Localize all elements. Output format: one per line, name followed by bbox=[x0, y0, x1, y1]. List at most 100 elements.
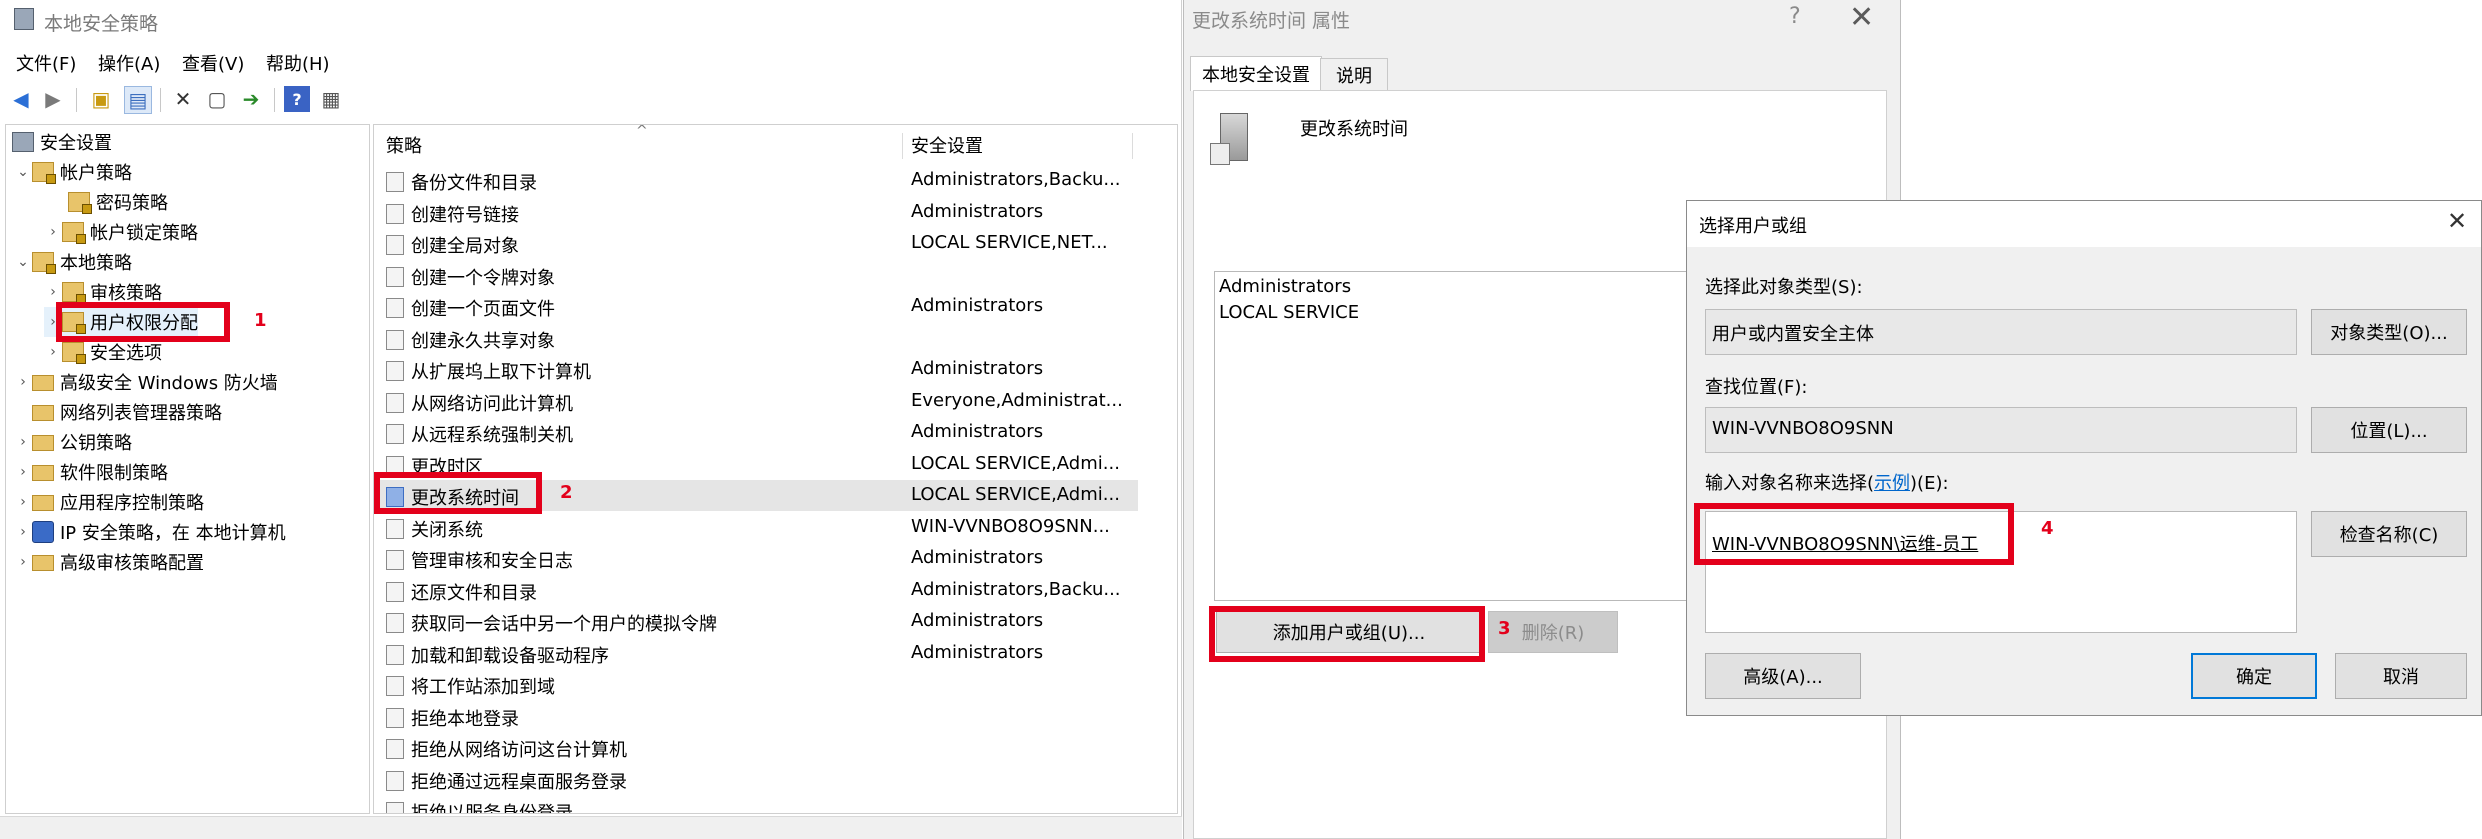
check-names-button[interactable]: 检查名称(C) bbox=[2311, 511, 2467, 557]
title-bar: 本地安全策略 bbox=[0, 0, 1182, 40]
policy-name-cell: 将工作站添加到域 bbox=[411, 677, 555, 698]
table-row[interactable]: 创建一个页面文件 Administrators bbox=[378, 291, 1138, 322]
properties-icon[interactable]: ▢ bbox=[204, 86, 230, 112]
folder-icon bbox=[32, 465, 54, 481]
back-arrow-icon[interactable]: ◀ bbox=[8, 86, 34, 112]
table-row[interactable]: 拒绝通过远程桌面服务登录 bbox=[378, 764, 1138, 795]
security-setting-cell: Administrators bbox=[911, 547, 1044, 568]
column-divider[interactable] bbox=[902, 133, 903, 159]
menu-file[interactable]: 文件(F) bbox=[16, 50, 76, 76]
table-row[interactable]: 拒绝从网络访问这台计算机 bbox=[378, 732, 1138, 763]
table-row[interactable]: 获取同一会话中另一个用户的模拟令牌 Administrators bbox=[378, 606, 1138, 637]
table-row[interactable]: 将工作站添加到域 bbox=[378, 669, 1138, 700]
tree-node-label: 帐户策略 bbox=[60, 163, 132, 184]
show-hide-tree-icon[interactable]: ▤ bbox=[124, 86, 152, 114]
table-row[interactable]: 管理审核和安全日志 Administrators bbox=[378, 543, 1138, 574]
help-icon[interactable]: ? bbox=[1789, 4, 1801, 29]
object-type-field: 用户或内置安全主体 bbox=[1705, 309, 2297, 355]
policy-list: 策略 ^ 安全设置 备份文件和目录 Administrators,Backu...… bbox=[373, 124, 1178, 814]
tree-node-lockout-policy[interactable]: › 帐户锁定策略 bbox=[44, 217, 198, 247]
table-row[interactable]: 拒绝本地登录 bbox=[378, 701, 1138, 732]
tree-node-software-restriction[interactable]: › 软件限制策略 bbox=[14, 457, 168, 487]
security-setting-cell: WIN-VVNBO8O9SNN... bbox=[911, 515, 1110, 537]
security-setting-cell: Administrators bbox=[911, 421, 1044, 442]
chevron-right-icon[interactable]: › bbox=[14, 554, 32, 570]
policy-name-cell: 拒绝本地登录 bbox=[411, 708, 519, 730]
tab-explain[interactable]: 说明 bbox=[1320, 58, 1388, 91]
chevron-right-icon[interactable]: › bbox=[14, 464, 32, 480]
tree-node-network-list[interactable]: 网络列表管理器策略 bbox=[32, 397, 222, 427]
chevron-down-icon[interactable]: ⌄ bbox=[14, 254, 32, 270]
menu-help[interactable]: 帮助(H) bbox=[266, 50, 330, 76]
security-setting-cell: Administrators bbox=[911, 610, 1044, 631]
ipsec-icon bbox=[32, 521, 54, 543]
tab-local-security-setting[interactable]: 本地安全设置 bbox=[1190, 56, 1322, 91]
policy-icon bbox=[386, 361, 404, 381]
column-divider[interactable] bbox=[1132, 133, 1133, 159]
table-row[interactable]: 从网络访问此计算机 Everyone,Administrat... bbox=[378, 386, 1138, 417]
chevron-right-icon[interactable]: › bbox=[14, 494, 32, 510]
policy-icon bbox=[386, 424, 404, 444]
tree-node-label: 应用程序控制策略 bbox=[60, 493, 204, 514]
table-row[interactable]: 创建一个令牌对象 bbox=[378, 260, 1138, 291]
table-row[interactable]: 拒绝以服务身份登录 bbox=[378, 795, 1138, 813]
tree-node-local-policies[interactable]: ⌄ 本地策略 bbox=[14, 247, 132, 277]
close-icon[interactable]: ✕ bbox=[2447, 207, 2467, 235]
member-item[interactable]: Administrators bbox=[1219, 276, 1351, 297]
action-pane-icon[interactable]: ▦ bbox=[318, 86, 344, 112]
policy-icon bbox=[386, 644, 404, 665]
close-icon[interactable]: ✕ bbox=[1849, 0, 1874, 35]
tree-node-security-settings[interactable]: 安全设置 bbox=[12, 127, 112, 157]
chevron-right-icon[interactable]: › bbox=[14, 374, 32, 390]
table-row[interactable]: 创建符号链接 Administrators bbox=[378, 197, 1138, 228]
policy-name-cell: 创建一个令牌对象 bbox=[411, 267, 555, 289]
table-row[interactable]: 创建全局对象 LOCAL SERVICE,NET... bbox=[378, 228, 1138, 259]
menu-view[interactable]: 查看(V) bbox=[182, 50, 244, 76]
member-item[interactable]: LOCAL SERVICE bbox=[1219, 302, 1359, 323]
tree-node-app-control[interactable]: › 应用程序控制策略 bbox=[14, 487, 204, 517]
table-row[interactable]: 从远程系统强制关机 Administrators bbox=[378, 417, 1138, 448]
forward-arrow-icon[interactable]: ▶ bbox=[40, 86, 66, 112]
chevron-right-icon[interactable]: › bbox=[44, 284, 62, 300]
tree-node-password-policy[interactable]: 密码策略 bbox=[68, 187, 168, 217]
column-header-setting[interactable]: 安全设置 bbox=[911, 129, 1141, 161]
table-row[interactable]: 还原文件和目录 Administrators,Backu... bbox=[378, 575, 1138, 606]
table-row[interactable]: 关闭系统 WIN-VVNBO8O9SNN... bbox=[378, 512, 1138, 543]
object-types-button[interactable]: 对象类型(O)... bbox=[2311, 309, 2467, 355]
folder-icon bbox=[32, 435, 54, 451]
tree-node-firewall[interactable]: › 高级安全 Windows 防火墙 bbox=[14, 367, 278, 397]
advanced-button[interactable]: 高级(A)... bbox=[1705, 653, 1861, 699]
chevron-right-icon[interactable]: › bbox=[44, 224, 62, 240]
policy-icon bbox=[386, 581, 404, 602]
table-row[interactable]: 创建永久共享对象 bbox=[378, 323, 1138, 354]
policy-name-cell: 获取同一会话中另一个用户的模拟令牌 bbox=[411, 614, 717, 635]
menu-action[interactable]: 操作(A) bbox=[98, 50, 160, 76]
table-row[interactable]: 从扩展坞上取下计算机 Administrators bbox=[378, 354, 1138, 385]
chevron-right-icon[interactable]: › bbox=[14, 524, 32, 540]
tree-node-label: 安全设置 bbox=[40, 133, 112, 154]
delete-icon[interactable]: ✕ bbox=[170, 86, 196, 112]
up-folder-icon[interactable]: ▣ bbox=[88, 86, 114, 112]
tree-node-public-key[interactable]: › 公钥策略 bbox=[14, 427, 132, 457]
policy-name-cell: 创建全局对象 bbox=[411, 236, 519, 257]
tree-node-account-policies[interactable]: ⌄ 帐户策略 bbox=[14, 157, 132, 187]
help-icon[interactable]: ? bbox=[284, 86, 310, 112]
chevron-down-icon[interactable]: ⌄ bbox=[14, 164, 32, 180]
policy-icon bbox=[386, 613, 404, 633]
tree-node-advanced-audit[interactable]: › 高级审核策略配置 bbox=[14, 547, 204, 577]
cancel-button[interactable]: 取消 bbox=[2335, 653, 2467, 699]
table-row[interactable]: 备份文件和目录 Administrators,Backu... bbox=[378, 165, 1138, 196]
export-list-icon[interactable]: ➔ bbox=[238, 86, 264, 112]
policy-name-cell: 管理审核和安全日志 bbox=[411, 551, 573, 572]
tree-node-ipsec[interactable]: › IP 安全策略，在 本地计算机 bbox=[14, 517, 286, 547]
toolbar: ◀ ▶ ▣ ▤ ✕ ▢ ➔ ? ▦ bbox=[0, 82, 1182, 118]
examples-link[interactable]: 示例 bbox=[1874, 473, 1910, 494]
tree-node-label: 软件限制策略 bbox=[60, 463, 168, 484]
ok-button[interactable]: 确定 bbox=[2191, 653, 2317, 699]
chevron-right-icon[interactable]: › bbox=[44, 344, 62, 360]
chevron-right-icon[interactable]: › bbox=[14, 434, 32, 450]
security-setting-cell: Administrators,Backu... bbox=[911, 578, 1121, 600]
tree-node-label: IP 安全策略，在 本地计算机 bbox=[60, 523, 286, 544]
table-row[interactable]: 加载和卸载设备驱动程序 Administrators bbox=[378, 638, 1138, 669]
locations-button[interactable]: 位置(L)... bbox=[2311, 407, 2467, 453]
